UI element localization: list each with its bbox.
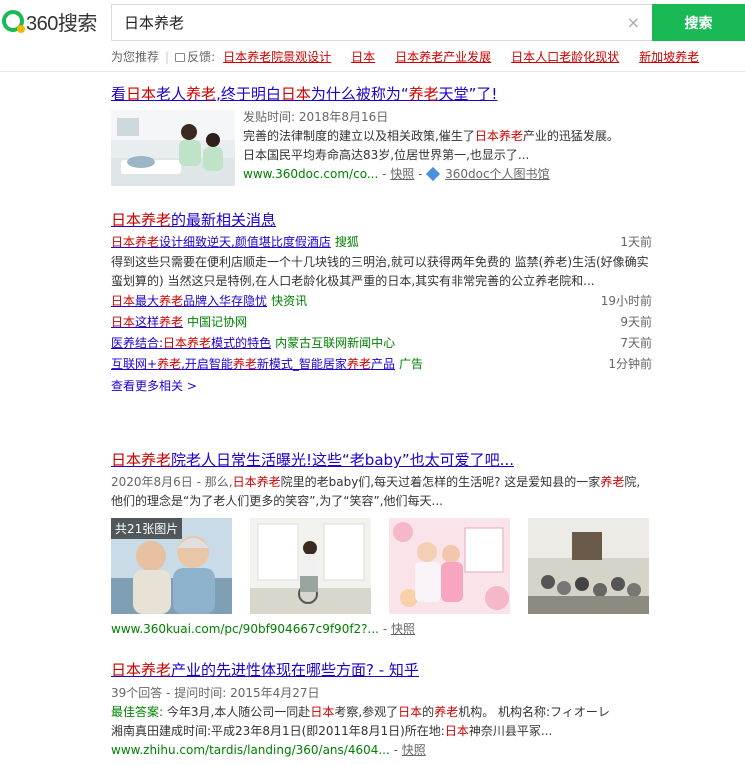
news-title-link[interactable]: 日本养老设计细致逆天,颜值堪比度假酒店 [111, 235, 331, 249]
suggestion-item[interactable]: 日本 [351, 50, 375, 64]
snapshot-link[interactable]: 快照 [391, 622, 415, 636]
result-meta-info: 39个回答 - 提问时间: 2015年4月27日 [111, 686, 320, 700]
news-time: 7天前 [620, 336, 652, 350]
clear-icon[interactable]: × [627, 13, 640, 32]
result-title-link[interactable]: 看日本老人养老,终于明白日本为什么被称为“养老天堂”了! [111, 84, 497, 104]
search-box: × [111, 4, 652, 41]
suggestion-item[interactable]: 日本人口老龄化现状 [511, 50, 619, 64]
result-thumbnail[interactable] [111, 110, 235, 186]
result-url[interactable]: www.360doc.com/co... [243, 167, 378, 181]
result-meta: www.360doc.com/co... - 快照 - 360doc个人图书馆 [243, 166, 550, 182]
news-source: 内蒙古互联网新闻中心 [275, 336, 396, 350]
snapshot-link[interactable]: 快照 [402, 743, 426, 757]
separator: | [165, 50, 170, 64]
result-title-link[interactable]: 日本养老院老人日常生活曝光!这些“老baby”也太可爱了吧... [111, 450, 514, 470]
image-row: 共21张图片 [111, 518, 671, 614]
news-snippet: 得到这些只需要在便利店顺走一个十几块钱的三明治,就可以获得两年免费的 监禁(养老… [111, 255, 649, 288]
search-button[interactable]: 搜索 [652, 4, 745, 41]
result-snippet: 2020年8月6日 - 那么,日本养老院里的老baby们,每天过着怎样的生活呢?… [111, 475, 641, 508]
suggestion-item[interactable]: 日本养老院景观设计 [223, 50, 331, 64]
result-url[interactable]: www.360kuai.com/pc/90bf904667c9f90f2?... [111, 622, 379, 636]
news-time: 1天前 [620, 235, 652, 249]
ad-label: 广告 [398, 357, 423, 371]
site-badge-icon [426, 166, 441, 182]
news-time: 9天前 [620, 315, 652, 329]
result-image[interactable] [250, 518, 371, 614]
news-source: 中国记协网 [187, 315, 248, 329]
logo-icon [2, 10, 25, 33]
result-date: 发贴时间: 2018年8月16日 [243, 110, 389, 124]
best-answer-label: 最佳答案: [111, 705, 164, 719]
result-snippet: 日本国民平均寿命高达83岁,位居世界第一,也显示了... [243, 148, 530, 162]
search-result: 日本养老院老人日常生活曝光!这些“老baby”也太可爱了吧... 2020年8月… [111, 450, 671, 636]
result-snippet: 完善的法律制度的建立以及相关政策,催生了日本养老产业的迅猛发展。 [243, 129, 619, 143]
search-input[interactable] [112, 5, 612, 40]
more-news-link[interactable]: 查看更多相关 > [111, 377, 656, 396]
site-name-link[interactable]: 360doc个人图书馆 [445, 167, 549, 181]
result-title-link[interactable]: 日本养老产业的先进性体现在哪些方面? - 知乎 [111, 660, 419, 680]
suggestion-item[interactable]: 新加坡养老 [639, 50, 699, 64]
news-title-link[interactable]: 互联网+养老,开启智能养老新模式_智能居家养老产品 [111, 357, 395, 371]
suggestion-label: 为您推荐 [111, 50, 160, 64]
best-answer: 最佳答案: 今年3月,本人随公司一同赴日本考察,参观了日本的养老机构。 机构名称… [111, 705, 610, 719]
result-image[interactable] [389, 518, 510, 614]
result-body: 发贴时间: 2018年8月16日 完善的法律制度的建立以及相关政策,催生了日本养… [243, 108, 663, 184]
news-item: 医养结合:日本养老模式的特色 内蒙古互联网新闻中心 7天前 [111, 333, 656, 354]
best-answer: 湘南真田建成时间:平成23年8月1日(即2011年8月1日)所在地:日本神奈川县… [111, 724, 553, 738]
logo[interactable]: 360搜索 [2, 8, 97, 35]
news-title-link[interactable]: 日本这样养老 [111, 315, 183, 329]
result-image[interactable]: 共21张图片 [111, 518, 232, 614]
suggestion-bar: 为您推荐 | 反馈: 日本养老院景观设计 日本 日本养老产业发展 日本人口老龄化现状 新加坡养… [111, 48, 745, 66]
news-item: 日本养老设计细致逆天,颜值堪比度假酒店 搜狐 1天前 [111, 232, 656, 253]
news-time: 19小时前 [600, 294, 652, 308]
header: 360搜索 × 搜索 为您推荐 | 反馈: 日本养老院景观设计 日本 日本养老产业发展 日本… [0, 0, 745, 72]
image-count-badge: 共21张图片 [111, 518, 183, 539]
result-url[interactable]: www.zhihu.com/tardis/landing/360/ans/460… [111, 743, 390, 757]
news-time: 1分钟前 [608, 357, 652, 371]
news-item: 互联网+养老,开启智能养老新模式_智能居家养老产品 广告 1分钟前 [111, 354, 656, 375]
search-result: 看日本老人养老,终于明白日本为什么被称为“养老天堂”了! 发贴时间: 2018年… [111, 84, 671, 186]
news-item: 日本这样养老 中国记协网 9天前 [111, 312, 656, 333]
result-title-link[interactable]: 日本养老的最新相关消息 [111, 210, 276, 230]
result-image[interactable] [528, 518, 649, 614]
logo-text: 360搜索 [26, 12, 97, 35]
news-item: 日本最大养老品牌入华存隐忧 快资讯 19小时前 [111, 291, 656, 312]
result-meta: www.360kuai.com/pc/90bf904667c9f90f2?...… [111, 622, 415, 636]
news-title-link[interactable]: 医养结合:日本养老模式的特色 [111, 336, 271, 350]
news-source: 搜狐 [334, 235, 359, 249]
news-source: 快资讯 [271, 294, 308, 308]
suggestion-item[interactable]: 日本养老产业发展 [395, 50, 491, 64]
feedback-icon [175, 53, 186, 62]
news-block: 日本养老的最新相关消息 日本养老设计细致逆天,颜值堪比度假酒店 搜狐 1天前 得到… [111, 210, 656, 396]
news-title-link[interactable]: 日本最大养老品牌入华存隐忧 [111, 294, 267, 308]
feedback-link[interactable]: 反馈: [187, 50, 215, 64]
search-result: 日本养老产业的先进性体现在哪些方面? - 知乎 39个回答 - 提问时间: 20… [111, 660, 671, 760]
snapshot-link[interactable]: 快照 [390, 167, 414, 181]
result-meta: www.zhihu.com/tardis/landing/360/ans/460… [111, 743, 426, 757]
